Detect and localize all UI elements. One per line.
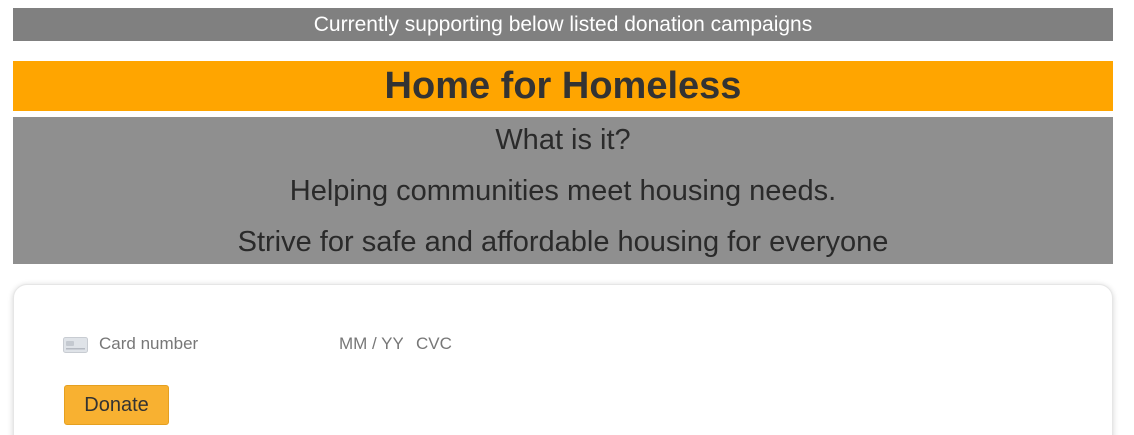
- page: Currently supporting below listed donati…: [0, 0, 1134, 435]
- campaign-description: What is it? Helping communities meet hou…: [13, 117, 1113, 264]
- campaign-title: Home for Homeless: [13, 61, 1113, 111]
- payment-form: Donate: [13, 284, 1113, 435]
- card-cvc-input[interactable]: [416, 333, 476, 355]
- credit-card-icon: [63, 337, 88, 353]
- card-expiry-input[interactable]: [339, 333, 403, 355]
- campaign-description-line: Helping communities meet housing needs.: [289, 175, 837, 207]
- card-number-input[interactable]: [99, 333, 319, 355]
- campaign-question: What is it?: [495, 124, 631, 156]
- campaign-description-line: Strive for safe and affordable housing f…: [237, 226, 889, 258]
- campaigns-banner: Currently supporting below listed donati…: [13, 8, 1113, 41]
- card-element: [63, 333, 663, 355]
- donate-button[interactable]: Donate: [64, 385, 169, 425]
